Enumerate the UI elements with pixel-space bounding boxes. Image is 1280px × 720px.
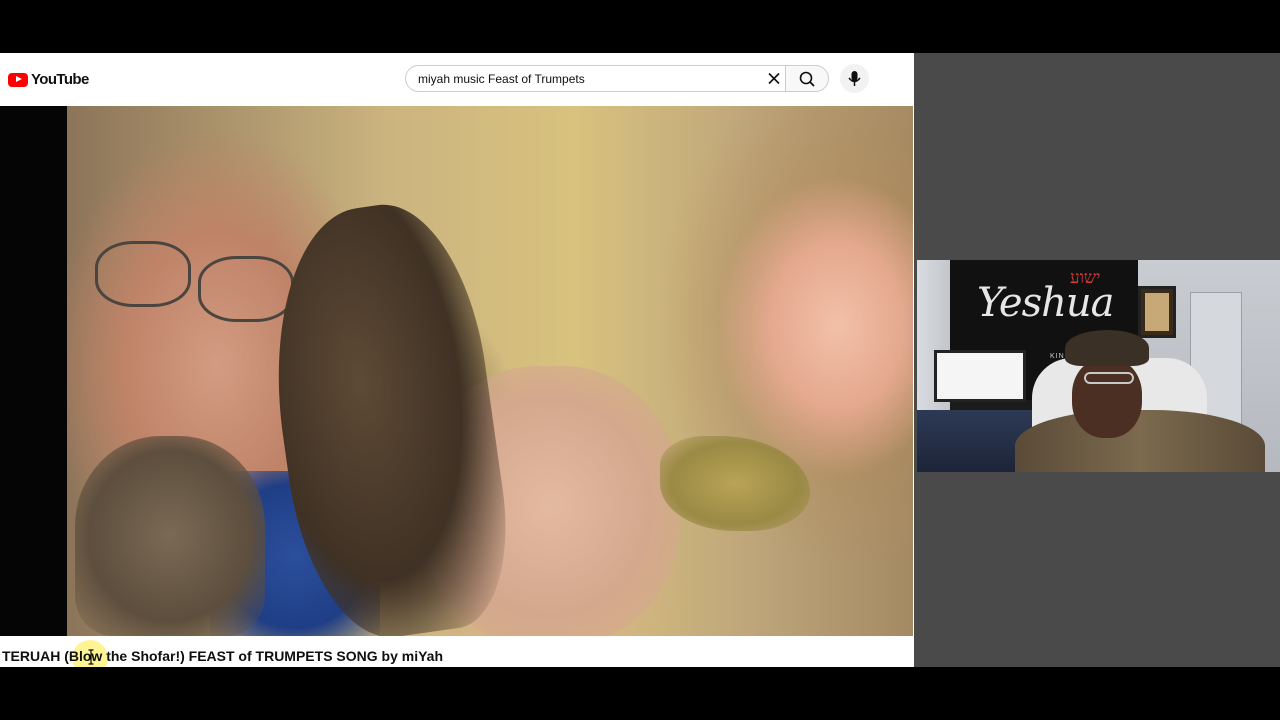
youtube-logo-icon	[8, 72, 28, 87]
webcam-person-glasses	[1084, 372, 1134, 384]
video-left-shade	[0, 106, 67, 636]
youtube-browser-panel: YouTube miyah music Feast of Trumpets TE…	[0, 53, 914, 667]
search-button[interactable]	[785, 65, 829, 92]
webcam-person-body	[1015, 410, 1265, 472]
webcam-person-hat	[1065, 330, 1149, 366]
text-cursor-icon	[88, 649, 94, 665]
webcam-overlay: Yeshua ישוע KINGS · LORD	[917, 260, 1280, 472]
video-scene-glasses-left	[95, 241, 191, 307]
bottom-letterbox	[0, 667, 1280, 720]
mic-icon	[848, 71, 861, 86]
video-scene-glasses-right	[198, 256, 294, 322]
webcam-wall-plaque-inner	[1145, 293, 1169, 331]
search-input[interactable]: miyah music Feast of Trumpets	[405, 65, 785, 92]
webcam-monitor	[934, 350, 1026, 402]
youtube-header: YouTube miyah music Feast of Trumpets	[0, 53, 914, 106]
webcam-wall-plaque	[1138, 286, 1176, 338]
youtube-logo[interactable]: YouTube	[8, 71, 89, 88]
search-icon	[799, 71, 815, 87]
video-title[interactable]: TERUAH (Blow the Shofar!) FEAST of TRUMP…	[2, 648, 443, 664]
clear-icon	[768, 72, 780, 85]
video-thumbnail[interactable]	[0, 106, 913, 636]
clear-search-button[interactable]	[764, 68, 784, 89]
webcam-person-face	[1072, 358, 1142, 438]
top-letterbox	[0, 0, 1280, 53]
video-scene-beard	[75, 436, 265, 636]
voice-search-button[interactable]	[840, 64, 869, 93]
youtube-logo-text: YouTube	[31, 71, 89, 88]
search-input-value[interactable]: miyah music Feast of Trumpets	[418, 72, 585, 86]
banner-hebrew: ישוע	[1070, 268, 1101, 288]
